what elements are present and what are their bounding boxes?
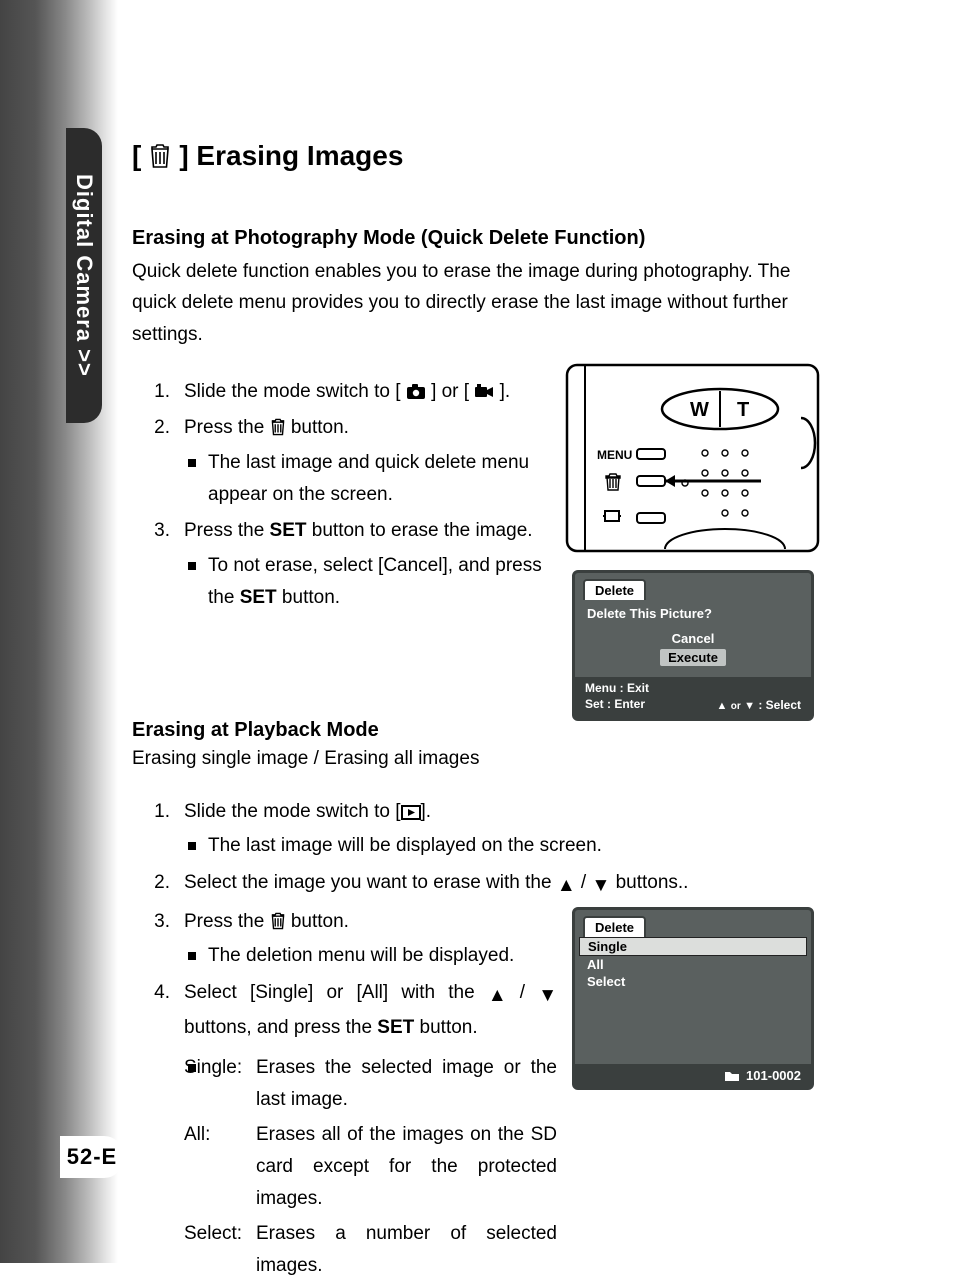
def-all-term: All:	[184, 1119, 256, 1216]
pb4-def-wrap: Single: Erases the selected image or the…	[184, 1052, 557, 1282]
page-number: 52-E	[60, 1136, 124, 1178]
lcd1-footer-left: Menu : Exit Set : Enter	[585, 681, 649, 712]
step1-text-b: ] or [	[431, 381, 469, 402]
section1-heading: Erasing at Photography Mode (Quick Delet…	[132, 227, 832, 250]
camera-icon	[406, 384, 426, 400]
lcd2-list: Single All Select	[579, 937, 807, 990]
lcd1-options: Cancel Execute	[575, 629, 811, 667]
step2-text-a: Press the	[184, 417, 270, 438]
def-single-text: Erases the selected image or the last im…	[256, 1052, 557, 1117]
pb4-c: button.	[414, 1017, 477, 1038]
down-triangle-icon: ▼	[591, 870, 610, 902]
lcd1-tab: Delete	[583, 579, 646, 600]
lcd1-opt-cancel: Cancel	[664, 630, 723, 647]
pb4-b: buttons, and press the	[184, 1017, 377, 1038]
step-2: Press the button. The last image and qui…	[132, 412, 567, 511]
video-icon	[474, 384, 494, 400]
pb4-definitions: Single: Erases the selected image or the…	[184, 1052, 557, 1282]
lcd2-spacer	[575, 994, 811, 1064]
lcd-delete-menu: Delete Single All Select 101-0002	[572, 907, 814, 1090]
zoom-t-label: T	[737, 399, 749, 421]
page-title: [ ] Erasing Images	[132, 140, 832, 172]
step2-text-b: button.	[286, 417, 349, 438]
pb3-a: Press the	[184, 911, 270, 932]
figure-screen-delete-menu: Delete Single All Select 101-0002	[572, 907, 814, 1090]
pb1-b: ].	[421, 801, 432, 822]
lcd2-folder-num: 101-0002	[746, 1068, 801, 1083]
lcd-quick-delete: Delete Delete This Picture? Cancel Execu…	[572, 570, 814, 721]
lcd2-folder-bar: 101-0002	[575, 1064, 811, 1087]
lcd1-prompt: Delete This Picture?	[587, 606, 799, 621]
down-triangle-icon: ▼	[538, 980, 557, 1012]
figure-screen-quick-delete: Delete Delete This Picture? Cancel Execu…	[572, 570, 814, 721]
step1-text-a: Slide the mode switch to [	[184, 381, 401, 402]
pb-step-2: Select the image you want to erase with …	[132, 867, 832, 902]
pb4-set: SET	[377, 1017, 414, 1038]
trash-icon	[149, 143, 171, 169]
trash-icon	[270, 418, 286, 436]
figure-camera-back: W T MENU	[565, 363, 820, 553]
pb1-bullet: The last image will be displayed on the …	[184, 830, 832, 862]
step2-sub: The last image and quick delete menu app…	[184, 447, 567, 512]
sidebar-tab: Digital Camera >>	[66, 128, 102, 423]
up-triangle-icon: ▲	[488, 980, 507, 1012]
step3-bullet-b: button.	[277, 587, 340, 608]
step-1: Slide the mode switch to [ ] or [ ].	[132, 376, 567, 408]
lcd1-footer-l2: Set : Enter	[585, 697, 649, 713]
def-single-term: Single:	[184, 1052, 256, 1117]
pb3-b: button.	[286, 911, 349, 932]
lcd1-footer: Menu : Exit Set : Enter ▲ or ▼ : Select	[575, 677, 811, 718]
step3-bullet-set: SET	[240, 587, 277, 608]
step1-text-c: ].	[500, 381, 511, 402]
step2-bullet: The last image and quick delete menu app…	[184, 447, 567, 512]
lcd2-tab: Delete	[583, 916, 646, 937]
step3-set: SET	[270, 520, 307, 541]
def-select-text: Erases a number of selected images.	[256, 1218, 557, 1283]
zoom-w-label: W	[690, 399, 709, 421]
page-number-text: 52-E	[67, 1144, 117, 1170]
step3-text-b: button to erase the image.	[307, 520, 533, 541]
def-all-text: Erases all of the images on the SD card …	[256, 1119, 557, 1216]
title-prefix: [	[132, 140, 141, 172]
pb4-a: Select [Single] or [All] with the	[184, 982, 488, 1003]
pb-step-1: Slide the mode switch to []. The last im…	[132, 796, 832, 863]
section2-heading: Erasing at Playback Mode	[132, 719, 832, 742]
up-triangle-icon: ▲	[557, 870, 576, 902]
step3-bullet: To not erase, select [Cancel], and press…	[184, 550, 567, 615]
step3-text-a: Press the	[184, 520, 270, 541]
def-select: Select: Erases a number of selected imag…	[184, 1218, 557, 1283]
folder-icon	[724, 1070, 740, 1082]
lcd2-item-select: Select	[579, 973, 807, 990]
lcd2-item-single: Single	[579, 937, 807, 956]
step3-sub: To not erase, select [Cancel], and press…	[184, 550, 567, 615]
section2-intro: Erasing single image / Erasing all image…	[132, 748, 832, 770]
pb2-b: buttons..	[610, 872, 688, 893]
lcd1-footer-l1: Menu : Exit	[585, 681, 649, 697]
pb1-sub: The last image will be displayed on the …	[184, 830, 832, 862]
sidebar-label: Digital Camera >>	[71, 174, 97, 377]
pb2-a: Select the image you want to erase with …	[184, 872, 557, 893]
lcd2-item-all: All	[579, 956, 807, 973]
lcd1-opt-execute: Execute	[660, 649, 726, 666]
def-single: Single: Erases the selected image or the…	[184, 1052, 557, 1117]
section1-intro: Quick delete function enables you to era…	[132, 256, 832, 350]
def-all: All: Erases all of the images on the SD …	[184, 1119, 557, 1216]
menu-label: MENU	[597, 448, 632, 462]
trash-icon	[270, 912, 286, 930]
title-suffix: ] Erasing Images	[179, 140, 403, 172]
lcd1-footer-right: ▲ or ▼ : Select	[717, 698, 802, 712]
def-select-term: Select:	[184, 1218, 256, 1283]
step-3: Press the SET button to erase the image.…	[132, 515, 567, 614]
pb1-a: Slide the mode switch to [	[184, 801, 401, 822]
playback-icon	[401, 805, 421, 820]
